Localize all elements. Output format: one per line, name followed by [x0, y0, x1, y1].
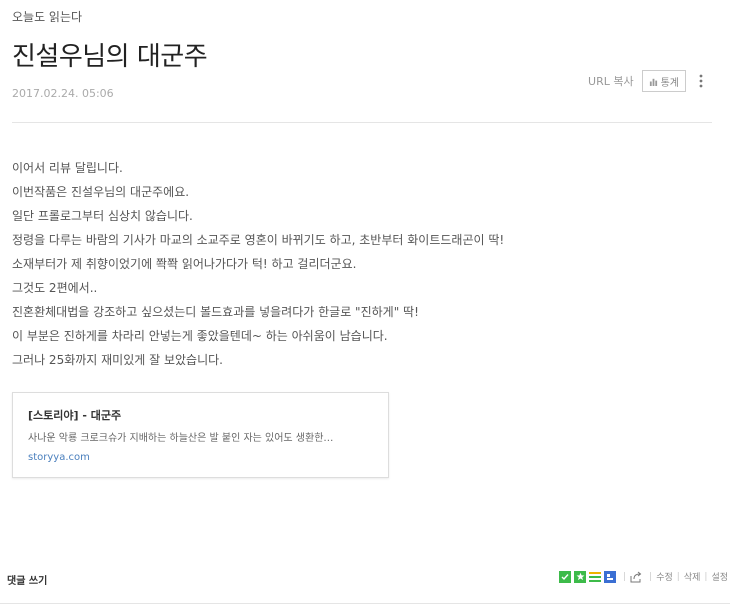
link-preview-card[interactable]: [스토리야] - 대군주 사나운 악룡 크로크슈가 지배하는 하늘산은 발 붙인…	[12, 392, 389, 478]
separator: |	[704, 571, 708, 582]
content-line: 이어서 리뷰 달립니다.	[12, 161, 123, 175]
edit-button[interactable]: 수정	[656, 570, 673, 583]
content-line: 정령을 다루는 바람의 기사가 마교의 소교주로 영혼이 바뀌기도 하고, 초반…	[12, 233, 505, 247]
check-icon[interactable]	[559, 570, 572, 583]
content-line: 소재부터가 제 취향이었기에 쫙쫙 읽어나가다가 턱! 하고 걸리더군요.	[12, 257, 357, 271]
link-card-url[interactable]: storyya.com	[28, 452, 373, 463]
star-icon[interactable]	[574, 570, 587, 583]
header-divider	[12, 122, 712, 123]
content-line: 진혼환체대법을 강조하고 싶으셨는디 볼드효과를 넣을려다가 한글로 "진하게"…	[12, 305, 419, 319]
content-line: 그러나 25화까지 재미있게 잘 보았습니다.	[12, 353, 223, 367]
footer-divider	[0, 603, 730, 604]
post-title: 진설우님의 대군주	[12, 42, 208, 72]
content-line: 그것도 2편에서..	[12, 281, 98, 295]
list-icon[interactable]	[589, 571, 602, 583]
post-top-actions: URL 복사 통계	[588, 70, 708, 92]
blog-icon[interactable]	[604, 570, 617, 583]
comment-write-button[interactable]: 댓글 쓰기	[7, 572, 47, 587]
stats-button[interactable]: 통계	[641, 70, 686, 92]
post-footer-bar: 댓글 쓰기 | | 수정 | 삭제 | 설정	[0, 568, 730, 588]
separator: |	[676, 571, 680, 582]
more-options-icon[interactable]	[694, 73, 708, 89]
url-copy-button[interactable]: URL 복사	[588, 73, 634, 89]
post-content: 이어서 리뷰 달립니다. 이번작품은 진설우님의 대군주에요. 일단 프롤로그부…	[12, 156, 632, 372]
category-label[interactable]: 오늘도 읽는다	[12, 8, 82, 25]
separator: |	[623, 571, 627, 582]
share-icon[interactable]	[630, 571, 642, 583]
content-line: 일단 프롤로그부터 심상치 않습니다.	[12, 209, 193, 223]
bar-chart-icon	[649, 78, 657, 86]
link-card-description: 사나운 악룡 크로크슈가 지배하는 하늘산은 발 붙인 자는 있어도 생환한…	[28, 433, 334, 444]
separator: |	[649, 571, 653, 582]
post-date: 2017.02.24. 05:06	[12, 87, 114, 100]
content-line: 이번작품은 진설우님의 대군주에요.	[12, 185, 190, 199]
settings-button[interactable]: 설정	[711, 570, 728, 583]
delete-button[interactable]: 삭제	[684, 570, 701, 583]
footer-actions: | | 수정 | 삭제 | 설정	[559, 570, 730, 583]
content-line: 이 부분은 진하게를 차라리 안넣는게 좋았을텐데~ 하는 아쉬움이 남습니다.	[12, 329, 388, 343]
link-card-title: [스토리야] - 대군주	[28, 409, 122, 422]
stats-label: 통계	[660, 77, 679, 89]
